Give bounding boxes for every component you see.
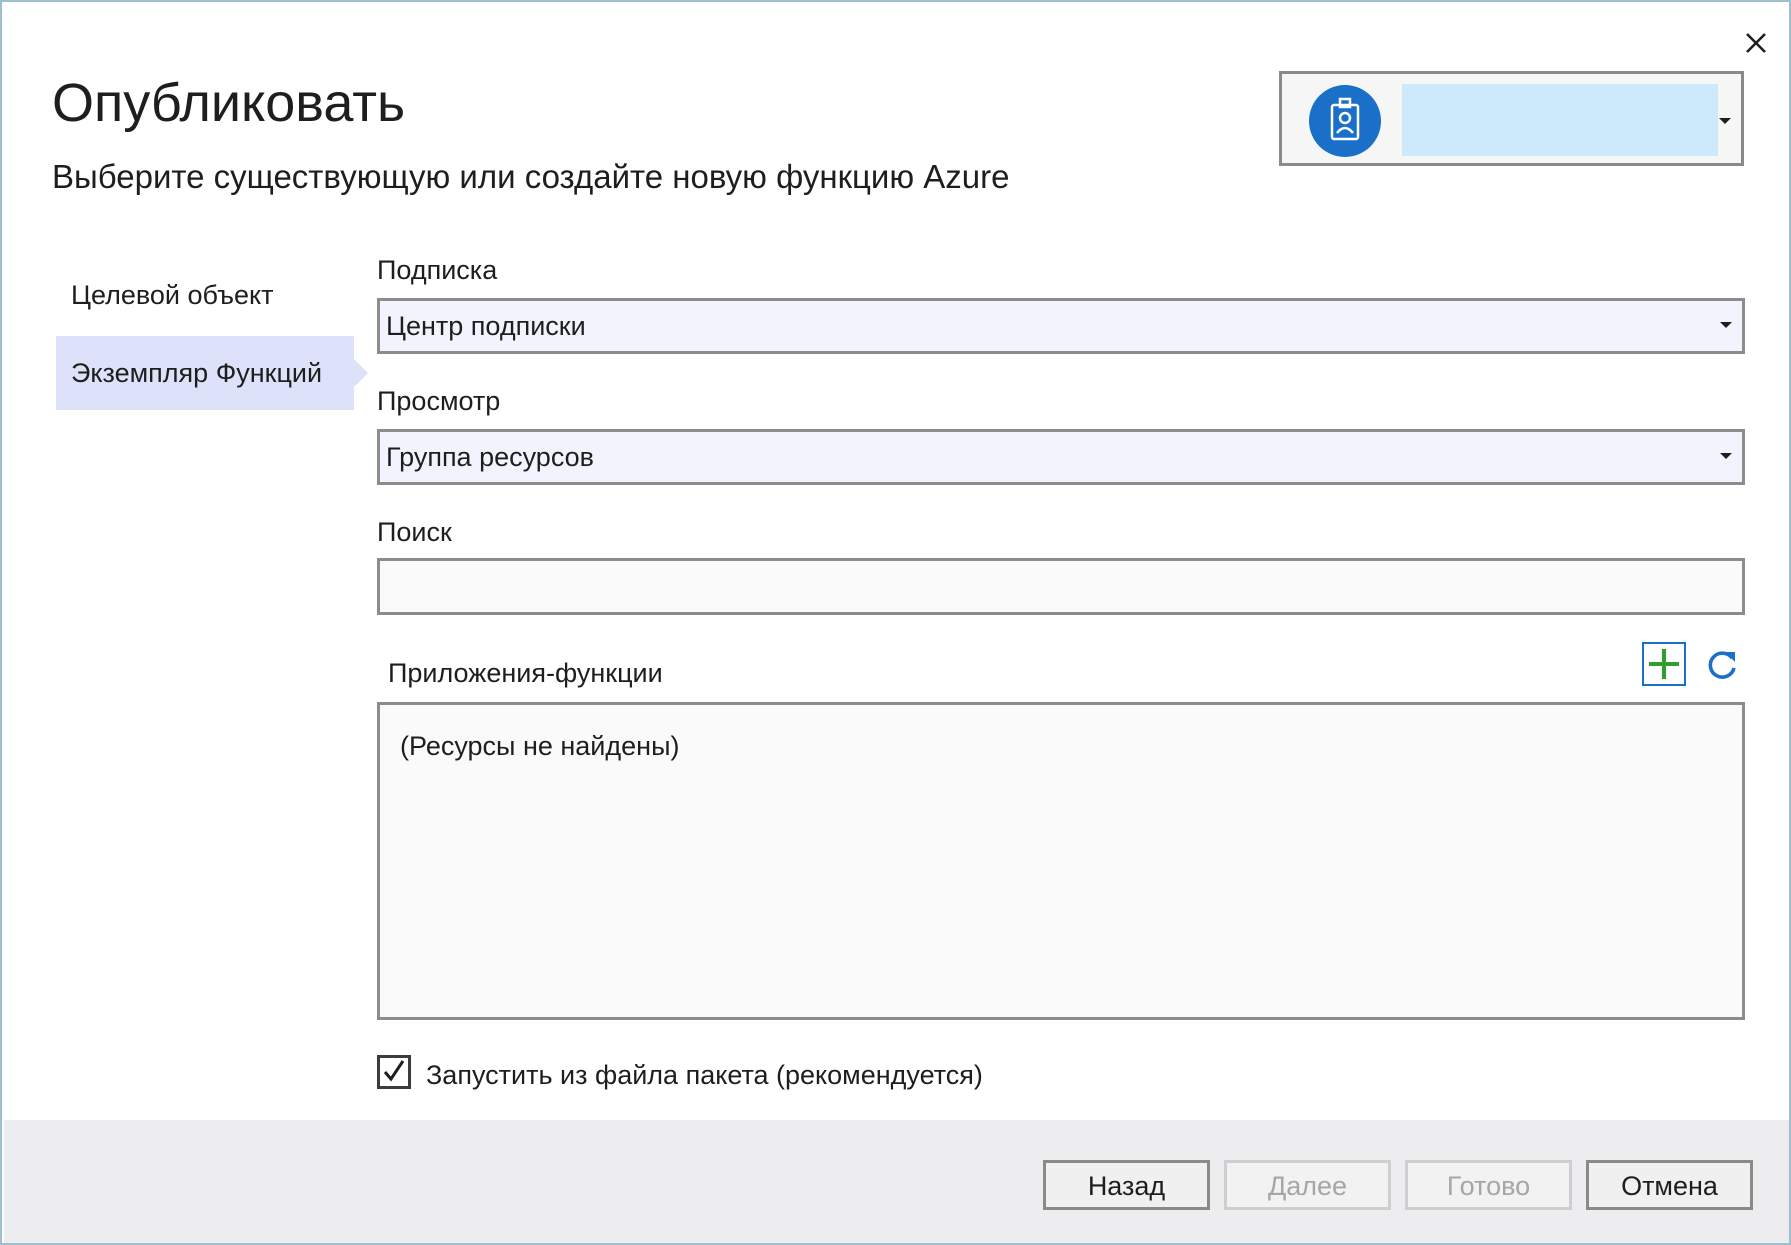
dialog-title: Опубликовать xyxy=(52,73,406,133)
cancel-button[interactable]: Отмена xyxy=(1586,1160,1753,1210)
nav-item-label: Целевой объект xyxy=(71,280,274,310)
finish-button[interactable]: Готово xyxy=(1405,1160,1572,1210)
nav-item-functions-instance[interactable]: Экземпляр Функций xyxy=(56,336,368,410)
back-button[interactable]: Назад xyxy=(1043,1160,1210,1210)
chevron-down-icon xyxy=(1720,322,1732,328)
refresh-button[interactable] xyxy=(1703,646,1741,684)
add-icon xyxy=(1649,649,1679,679)
checkmark-icon xyxy=(383,1060,405,1082)
account-selector[interactable] xyxy=(1279,71,1744,166)
view-dropdown[interactable]: Группа ресурсов xyxy=(377,429,1745,485)
subscription-dropdown[interactable]: Центр подписки xyxy=(377,298,1745,354)
subscription-value: Центр подписки xyxy=(386,311,586,341)
search-input[interactable] xyxy=(377,558,1745,615)
view-value: Группа ресурсов xyxy=(386,442,594,472)
function-apps-label: Приложения-функции xyxy=(388,658,663,688)
account-avatar xyxy=(1309,85,1381,157)
close-button[interactable] xyxy=(1736,22,1776,62)
run-from-package-checkbox[interactable] xyxy=(377,1055,411,1089)
empty-list-message: (Ресурсы не найдены) xyxy=(400,731,680,761)
publish-dialog: Опубликовать Выберите существующую или с… xyxy=(0,0,1791,1245)
add-function-app-button[interactable] xyxy=(1642,642,1686,686)
account-name-redacted xyxy=(1402,84,1718,156)
search-label: Поиск xyxy=(377,517,452,547)
run-from-package-label: Запустить из файла пакета (рекомендуется… xyxy=(426,1060,983,1090)
next-button[interactable]: Далее xyxy=(1224,1160,1391,1210)
subscription-label: Подписка xyxy=(377,255,498,285)
view-label: Просмотр xyxy=(377,386,501,416)
badge-icon xyxy=(1330,97,1360,141)
close-icon xyxy=(1746,33,1766,53)
nav-item-target[interactable]: Целевой объект xyxy=(56,258,354,332)
nav-item-label: Экземпляр Функций xyxy=(71,358,323,388)
chevron-down-icon xyxy=(1720,453,1732,459)
function-apps-list[interactable]: (Ресурсы не найдены) xyxy=(377,702,1745,1020)
refresh-icon xyxy=(1708,651,1736,679)
dialog-subtitle: Выберите существующую или создайте новую… xyxy=(52,158,1010,195)
chevron-down-icon xyxy=(1719,118,1731,124)
